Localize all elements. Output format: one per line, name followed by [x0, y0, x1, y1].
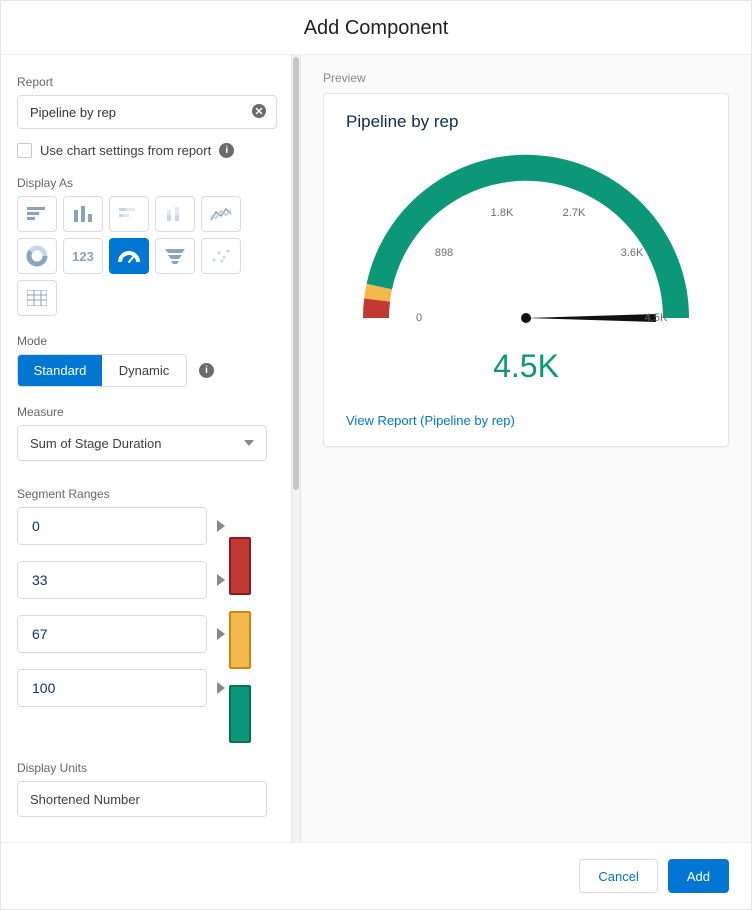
- gauge-tick: 1.8K: [491, 207, 514, 219]
- chart-type-line[interactable]: [201, 196, 241, 232]
- add-button[interactable]: Add: [668, 859, 729, 893]
- segment-range-input-0[interactable]: [17, 507, 207, 545]
- gauge-tick: 898: [435, 247, 453, 259]
- segment-color-swatch-teal[interactable]: [229, 685, 251, 743]
- chart-type-metric[interactable]: 123: [63, 238, 103, 274]
- segment-range-row: [17, 615, 225, 653]
- chart-type-stacked-hbar[interactable]: [109, 196, 149, 232]
- preview-label: Preview: [323, 71, 729, 85]
- range-marker-icon: [217, 628, 225, 640]
- gauge-value: 4.5K: [346, 348, 706, 385]
- add-component-dialog: Add Component Report Use chart settings …: [0, 0, 752, 910]
- gauge-tick: 3.6K: [621, 247, 644, 259]
- segment-range-row: [17, 561, 225, 599]
- report-input-field[interactable]: [28, 104, 252, 121]
- mode-dynamic[interactable]: Dynamic: [102, 355, 186, 386]
- mode-row: Standard Dynamic i: [17, 354, 277, 387]
- gauge-tick: 0: [416, 312, 422, 324]
- report-label: Report: [17, 75, 277, 89]
- chart-type-donut[interactable]: [17, 238, 57, 274]
- mode-segmented: Standard Dynamic: [17, 354, 187, 387]
- display-units-value: Shortened Number: [30, 792, 140, 807]
- chart-type-hbar[interactable]: [17, 196, 57, 232]
- use-chart-settings-row: Use chart settings from report i: [17, 143, 277, 158]
- mode-standard[interactable]: Standard: [18, 355, 102, 386]
- display-units-select[interactable]: Shortened Number: [17, 781, 267, 817]
- mode-label: Mode: [17, 334, 277, 348]
- preview-panel: Preview Pipeline by rep 0 898 1.: [301, 55, 751, 842]
- scrollbar[interactable]: [291, 55, 301, 842]
- use-chart-settings-label: Use chart settings from report: [40, 143, 211, 158]
- segment-color-swatch-red[interactable]: [229, 537, 251, 595]
- chart-type-funnel[interactable]: [155, 238, 195, 274]
- segment-color-swatch-amber[interactable]: [229, 611, 251, 669]
- chart-type-stacked-vbar[interactable]: [155, 196, 195, 232]
- display-as-label: Display As: [17, 176, 277, 190]
- gauge-chart: 0 898 1.8K 2.7K 3.6K 4.5K: [346, 138, 706, 348]
- chart-type-grid: 123: [17, 196, 253, 316]
- view-report-link[interactable]: View Report (Pipeline by rep): [346, 413, 515, 428]
- segment-ranges-label: Segment Ranges: [17, 487, 277, 501]
- chevron-down-icon: [244, 440, 254, 446]
- chart-type-scatter[interactable]: [201, 238, 241, 274]
- gauge-tick: 2.7K: [563, 207, 586, 219]
- report-input[interactable]: [17, 95, 277, 129]
- use-chart-settings-checkbox[interactable]: [17, 143, 32, 158]
- preview-card-title: Pipeline by rep: [346, 112, 706, 132]
- segment-range-row: [17, 669, 225, 707]
- chart-type-vbar[interactable]: [63, 196, 103, 232]
- segment-ranges: [17, 507, 277, 743]
- segment-range-row: [17, 507, 225, 545]
- dialog-footer: Cancel Add: [1, 842, 751, 909]
- segment-range-input-2[interactable]: [17, 615, 207, 653]
- measure-value: Sum of Stage Duration: [30, 436, 162, 451]
- config-panel: Report Use chart settings from report i …: [1, 55, 291, 842]
- info-icon[interactable]: i: [199, 363, 214, 378]
- preview-card: Pipeline by rep 0 898 1.8K 2.7K: [323, 93, 729, 447]
- segment-color-column: [229, 507, 251, 743]
- measure-select[interactable]: Sum of Stage Duration: [17, 425, 267, 461]
- segment-range-input-3[interactable]: [17, 669, 207, 707]
- dialog-title: Add Component: [1, 1, 751, 55]
- cancel-button[interactable]: Cancel: [579, 859, 657, 893]
- segment-range-input-1[interactable]: [17, 561, 207, 599]
- range-marker-icon: [217, 520, 225, 532]
- chart-type-gauge[interactable]: [109, 238, 149, 274]
- range-marker-icon: [217, 682, 225, 694]
- dialog-body: Report Use chart settings from report i …: [1, 55, 751, 842]
- clear-icon[interactable]: [252, 104, 266, 121]
- info-icon[interactable]: i: [219, 143, 234, 158]
- range-marker-icon: [217, 574, 225, 586]
- scrollbar-thumb[interactable]: [293, 57, 299, 490]
- gauge-tick: 4.5K: [645, 312, 668, 324]
- display-units-label: Display Units: [17, 761, 277, 775]
- measure-label: Measure: [17, 405, 277, 419]
- chart-type-table[interactable]: [17, 280, 57, 316]
